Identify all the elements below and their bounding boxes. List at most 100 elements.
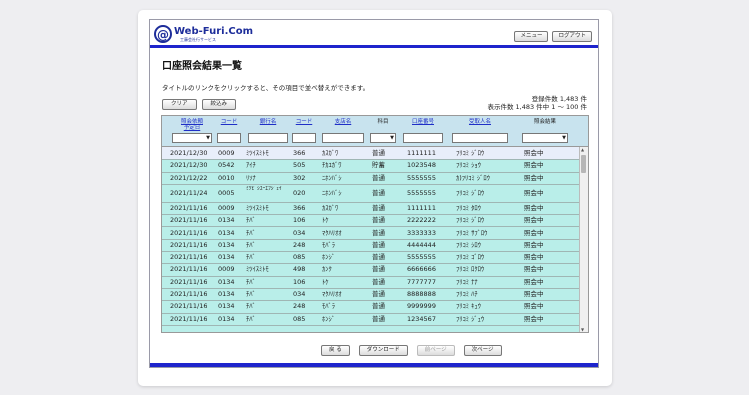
- branch-code-filter[interactable]: [292, 133, 316, 143]
- cell-branch-code: 034: [293, 290, 306, 298]
- table-row: 2021/12/30 0542 ｱｲﾁ 505 ﾁｶﾕｶﾞﾜ 貯蓄 1023548 ﾌﾘｺﾐ …: [162, 159, 580, 173]
- cell-name: ﾌﾘｺﾐ ｷｭｳ: [456, 302, 481, 311]
- result-filter-select[interactable]: [522, 133, 568, 143]
- col-account-link[interactable]: 口座番号: [403, 119, 443, 125]
- back-button[interactable]: 戻 る: [321, 345, 350, 356]
- cell-bank-code: 0005: [218, 188, 235, 197]
- cell-branch-code: 085: [293, 314, 306, 323]
- col-name-link[interactable]: 受取人名: [452, 119, 508, 125]
- cell-type: 貯蓄: [372, 161, 385, 170]
- cell-branch: ﾄｹ: [322, 216, 329, 225]
- col-result-label: 照会結果: [533, 119, 556, 125]
- cell-type: 普通: [372, 228, 385, 237]
- cell-name: ﾌﾘｺﾐ ｼｮｳ: [456, 161, 481, 170]
- cell-bank: ﾁﾊﾞ: [246, 290, 256, 298]
- cell-account: 4444444: [407, 240, 436, 249]
- cell-bank-code: 0134: [218, 277, 235, 286]
- cell-name: ﾌﾘｺﾐ ｼﾞﾛｳ: [456, 188, 485, 197]
- cell-type: 普通: [372, 314, 385, 323]
- cell-name: ﾌﾘｺﾐ ｻﾌﾞﾛｳ: [456, 228, 488, 237]
- cell-date: 2021/11/16: [170, 240, 208, 249]
- scroll-thumb[interactable]: [581, 155, 586, 173]
- cell-account: 6666666: [407, 265, 436, 274]
- table-scrollbar[interactable]: ▲ ▼: [579, 147, 588, 332]
- cell-bank-code: 0134: [218, 314, 235, 323]
- filter-actions: クリア 絞込み: [162, 99, 237, 110]
- cell-type: 普通: [372, 216, 385, 225]
- col-branch-code-link[interactable]: コード: [292, 119, 316, 125]
- cell-branch-code: 366: [293, 149, 306, 157]
- cell-bank: ﾘｿﾅ: [246, 173, 256, 182]
- col-date-link[interactable]: 照会依頼 予定日: [172, 119, 212, 131]
- cell-bank-code: 0134: [218, 228, 235, 237]
- cell-result: 照会中: [524, 302, 544, 311]
- cell-bank-code: 0134: [218, 302, 235, 311]
- date-filter-select[interactable]: [172, 133, 212, 143]
- col-bank-link[interactable]: 銀行名: [248, 119, 288, 125]
- cell-account: 5555555: [407, 173, 436, 182]
- table-row: 2021/11/16 0134 ﾁﾊﾞ 106 ﾄｹ 普通 7777777 ﾌﾘｺﾐ ﾅﾅ 照会…: [162, 276, 580, 289]
- header-bar: [150, 45, 598, 48]
- cell-branch: ﾆﾎﾝﾊﾞｼ: [322, 173, 342, 182]
- type-filter-select[interactable]: [370, 133, 396, 143]
- cell-date: 2021/11/16: [170, 290, 208, 298]
- cell-result: 照会中: [524, 290, 544, 298]
- bank-code-filter[interactable]: [217, 133, 241, 143]
- record-counts: 登録件数 1,483 件 表示件数 1,483 件中 1 〜 100 件: [487, 95, 587, 111]
- cell-bank-code: 0542: [218, 161, 235, 170]
- cell-account: 7777777: [407, 277, 436, 286]
- menu-button[interactable]: メニュー: [514, 31, 549, 42]
- pager: 戻 る ダウンロード 前ページ 次ページ: [321, 345, 502, 356]
- cell-bank: ﾐﾂｲｽﾐﾄﾓ: [246, 149, 269, 157]
- cell-bank-code: 0009: [218, 149, 235, 157]
- cell-branch: ﾁｶﾕｶﾞﾜ: [322, 161, 342, 170]
- cell-bank: ﾁﾊﾞ: [246, 314, 256, 323]
- table-row: 2021/11/16 0134 ﾁﾊﾞ 034 ﾏｸﾊﾘｵｵ 普通 8888888 ﾌﾘｺﾐ …: [162, 288, 580, 302]
- cell-bank: ﾁﾊﾞ: [246, 228, 256, 237]
- bank-filter[interactable]: [248, 133, 288, 143]
- cell-date: 2021/12/30: [170, 161, 208, 170]
- page-title: 口座照会結果一覧: [162, 61, 242, 72]
- scroll-down-icon[interactable]: ▼: [581, 327, 584, 332]
- cell-date: 2021/11/16: [170, 277, 208, 286]
- next-page-button[interactable]: 次ページ: [463, 345, 502, 356]
- cell-result: 照会中: [524, 253, 544, 262]
- cell-account: 3333333: [407, 228, 436, 237]
- cell-bank: ﾐﾂｲｽﾐﾄﾓ: [246, 203, 269, 212]
- col-branch-link[interactable]: 支店名: [322, 119, 364, 125]
- cell-branch: ﾄｹ: [322, 277, 329, 286]
- cell-bank: ﾐﾂﾋﾞｼﾕｰｴﾌｼﾞｪｲ: [246, 185, 282, 192]
- cell-type: 普通: [372, 149, 385, 157]
- cell-name: ﾌﾘｺﾐ ｼﾛｳ: [456, 240, 481, 249]
- clear-button[interactable]: クリア: [162, 99, 197, 110]
- cell-type: 普通: [372, 290, 385, 298]
- brand-logo[interactable]: @ Web-Furi.Com 工藤会社行サービス: [154, 23, 253, 45]
- prev-page-button[interactable]: 前ページ: [416, 345, 455, 356]
- cell-bank-code: 0009: [218, 265, 235, 274]
- scroll-up-icon[interactable]: ▲: [581, 147, 584, 152]
- cell-type: 普通: [372, 253, 385, 262]
- cell-type: 普通: [372, 277, 385, 286]
- cell-type: 普通: [372, 302, 385, 311]
- cell-bank-code: 0134: [218, 216, 235, 225]
- header-actions: メニュー ログアウト: [514, 31, 592, 42]
- branch-filter[interactable]: [322, 133, 364, 143]
- table-header: 照会依頼 予定日 コード 銀行名 コード 支店名 科目 口座番号 受取人名 照会…: [162, 116, 588, 147]
- logout-button[interactable]: ログアウト: [552, 31, 592, 42]
- name-filter[interactable]: [452, 133, 508, 143]
- cell-branch: ﾎﾝｼﾞ: [322, 253, 335, 262]
- filter-button[interactable]: 絞込み: [201, 99, 237, 110]
- col-bank-code-link[interactable]: コード: [217, 119, 241, 125]
- table-row: 2021/12/22 0010 ﾘｿﾅ 302 ﾆﾎﾝﾊﾞｼ 普通 5555555 ｶ)ﾌﾘｺ…: [162, 172, 580, 185]
- cell-account: 1111111: [407, 149, 436, 157]
- cell-name: ｶ)ﾌﾘｺﾐ ｼﾞﾛｳ: [456, 173, 490, 182]
- account-filter[interactable]: [403, 133, 443, 143]
- cell-bank: ﾁﾊﾞ: [246, 253, 256, 262]
- cell-result: 照会中: [524, 216, 544, 225]
- cell-name: ﾌﾘｺﾐ ｼﾞｭｳ: [456, 314, 485, 323]
- cell-name: ﾌﾘｺﾐ ﾊﾁ: [456, 290, 478, 298]
- footer-bar: [150, 363, 598, 367]
- cell-result: 照会中: [524, 149, 544, 157]
- cell-branch: ﾎﾝｼﾞ: [322, 314, 335, 323]
- download-button[interactable]: ダウンロード: [358, 345, 408, 356]
